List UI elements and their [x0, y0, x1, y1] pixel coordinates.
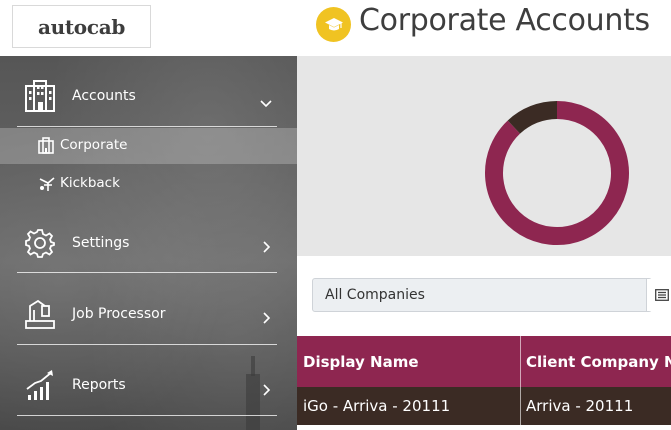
header: autocab Corporate Accounts	[0, 0, 671, 56]
chevron-right-icon	[263, 309, 271, 328]
job-processor-icon	[25, 298, 55, 334]
column-header-client-company[interactable]: Client Company N	[526, 336, 671, 387]
divider	[17, 344, 277, 345]
chart-panel	[297, 56, 671, 256]
kickback-icon	[38, 175, 56, 196]
sidebar-subitem-kickback[interactable]: Kickback	[0, 166, 297, 202]
table-cell-client-company: Arriva - 20111	[526, 397, 634, 415]
logo-text: autocab	[37, 14, 126, 39]
main-content: All Companies Display Name Client Compan…	[297, 56, 671, 430]
sidebar-item-label: Job Processor	[72, 306, 166, 322]
autocab-logo[interactable]: autocab	[12, 5, 151, 48]
column-header-display-name[interactable]: Display Name	[303, 336, 513, 387]
donut-slice-1[interactable]	[507, 101, 558, 134]
graduation-cap-icon	[316, 7, 351, 42]
chevron-right-icon	[263, 381, 271, 400]
table-header: Display Name Client Company N	[297, 336, 671, 387]
page-title: Corporate Accounts	[359, 3, 650, 38]
table-cell-display-name: iGo - Arriva - 20111	[303, 397, 451, 415]
sidebar-item-reports[interactable]: Reports	[17, 365, 277, 405]
sidebar-item-label: Accounts	[72, 88, 136, 104]
accounts-icon	[25, 80, 55, 116]
building-icon	[38, 137, 54, 158]
sidebar: Accounts Corporate Kickback Settings Job…	[0, 56, 297, 430]
sidebar-item-label: Reports	[72, 377, 126, 393]
table-row[interactable]: iGo - Arriva - 20111 Arriva - 20111	[297, 387, 671, 425]
sidebar-subitem-label: Kickback	[60, 175, 120, 191]
gear-icon	[25, 228, 55, 262]
list-icon	[655, 286, 669, 305]
divider	[17, 272, 277, 273]
sidebar-subitem-corporate[interactable]: Corporate	[0, 128, 297, 164]
filter-selected-value: All Companies	[325, 287, 425, 303]
sidebar-item-settings[interactable]: Settings	[17, 224, 277, 264]
company-filter-select[interactable]: All Companies	[312, 278, 671, 312]
chevron-right-icon	[263, 238, 271, 257]
sidebar-item-accounts[interactable]: Accounts	[17, 76, 277, 116]
filter-list-button[interactable]	[646, 279, 671, 311]
chevron-down-icon[interactable]	[260, 93, 272, 112]
sidebar-item-job-processor[interactable]: Job Processor	[17, 294, 277, 334]
divider	[17, 415, 277, 416]
donut-chart	[485, 101, 629, 245]
sidebar-subitem-label: Corporate	[60, 137, 128, 153]
sidebar-item-label: Settings	[72, 235, 130, 251]
divider	[17, 126, 277, 127]
donut-slice-0[interactable]	[485, 101, 629, 245]
reports-chart-icon	[25, 369, 55, 405]
